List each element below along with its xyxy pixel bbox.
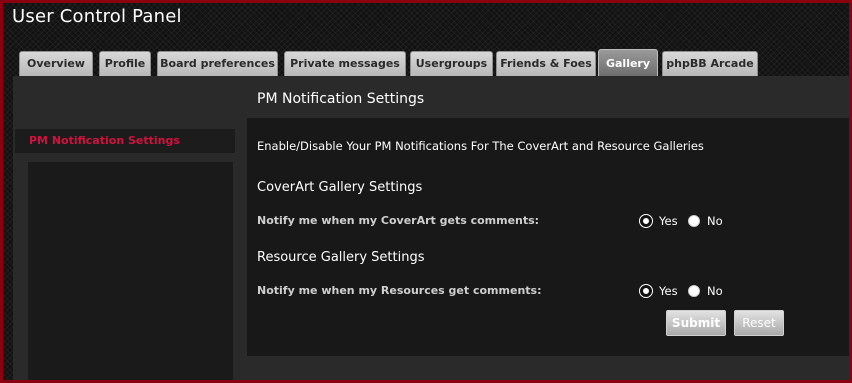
- sidebar-item-pm-notification-settings[interactable]: PM Notification Settings: [15, 129, 235, 153]
- coverart-section-title: CoverArt Gallery Settings: [257, 180, 423, 195]
- resource-notify-label: Notify me when my Resources get comments…: [257, 284, 542, 297]
- coverart-no-label: No: [707, 214, 723, 228]
- tab-board-preferences[interactable]: Board preferences: [157, 51, 278, 76]
- submit-button[interactable]: Submit: [666, 310, 726, 336]
- tab-private-messages[interactable]: Private messages: [284, 51, 406, 76]
- resource-no-label: No: [707, 284, 723, 298]
- resource-yes-label: Yes: [659, 284, 678, 298]
- tab-gallery[interactable]: Gallery: [598, 49, 658, 77]
- panel-heading: PM Notification Settings: [257, 91, 425, 107]
- tab-usergroups[interactable]: Usergroups: [410, 51, 493, 76]
- intro-text: Enable/Disable Your PM Notifications For…: [257, 139, 704, 153]
- resource-yes-radio[interactable]: [640, 285, 652, 297]
- page-title: User Control Panel: [12, 6, 182, 27]
- tab-friends-foes[interactable]: Friends & Foes: [496, 51, 596, 76]
- coverart-yes-label: Yes: [659, 214, 678, 228]
- ucp-window: User Control Panel Overview Profile Boar…: [3, 3, 849, 380]
- tab-overview[interactable]: Overview: [19, 51, 93, 76]
- sidebar-panel: [28, 162, 233, 380]
- resource-section-title: Resource Gallery Settings: [257, 250, 425, 265]
- resource-no-radio[interactable]: [688, 285, 700, 297]
- coverart-no-radio[interactable]: [688, 215, 700, 227]
- tab-profile[interactable]: Profile: [99, 51, 151, 76]
- reset-button[interactable]: Reset: [734, 310, 784, 336]
- settings-panel: Enable/Disable Your PM Notifications For…: [247, 118, 849, 356]
- coverart-yes-radio[interactable]: [640, 215, 652, 227]
- coverart-notify-label: Notify me when my CoverArt gets comments…: [257, 214, 540, 227]
- tab-phpbb-arcade[interactable]: phpBB Arcade: [662, 51, 758, 76]
